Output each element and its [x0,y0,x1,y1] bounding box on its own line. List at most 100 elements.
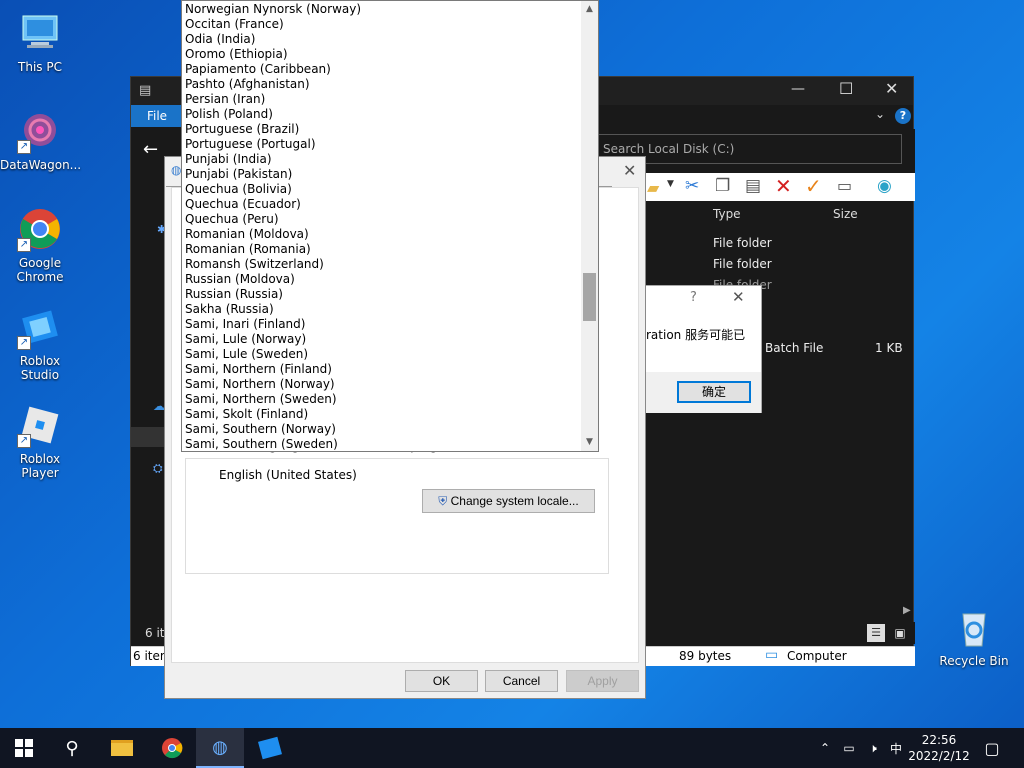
maximize-icon[interactable]: ☐ [839,79,853,98]
details-view-icon[interactable]: ☰ [867,624,885,642]
locale-option[interactable]: Punjabi (Pakistan) [182,167,582,182]
locale-option[interactable]: Sami, Inari (Finland) [182,317,582,332]
roblox-studio-icon [258,736,282,760]
clock-time: 22:56 [921,733,957,747]
desktop-icon-recycle-bin[interactable]: Recycle Bin [934,604,1014,668]
locale-option[interactable]: Russian (Russia) [182,287,582,302]
locale-option[interactable]: Romanian (Romania) [182,242,582,257]
change-system-locale-label: Change system locale... [450,494,579,508]
taskbar-clock[interactable]: 22:56 2022/2/12 [906,732,972,764]
scroll-up-arrow-icon[interactable]: ▲ [581,1,598,18]
ribbon-file-tab[interactable]: File [131,105,183,127]
locale-option[interactable]: Sami, Northern (Sweden) [182,392,582,407]
rename-icon[interactable]: ▭ [837,176,852,195]
table-row[interactable]: File folder [713,257,772,271]
nav-network-icon[interactable]: ⛭ [153,461,163,476]
locale-option[interactable]: Polish (Poland) [182,107,582,122]
large-icons-view-icon[interactable]: ▣ [891,624,909,642]
search-button[interactable]: ⚲ [48,728,96,768]
region-close-icon[interactable]: ✕ [623,161,636,180]
uac-shield-icon: ⛨ [438,494,448,508]
locale-option[interactable]: Quechua (Peru) [182,212,582,227]
cancel-button[interactable]: Cancel [485,670,558,692]
close-icon[interactable]: ✕ [885,79,898,98]
locale-option[interactable]: Quechua (Ecuador) [182,197,582,212]
locale-option[interactable]: Persian (Iran) [182,92,582,107]
ime-indicator[interactable]: 中 [886,728,906,768]
dropdown-scrollbar[interactable]: ▲ ▼ [581,1,598,451]
locale-option[interactable]: Portuguese (Brazil) [182,122,582,137]
delete-icon[interactable]: ✕ [775,174,792,198]
msgbox-close-icon[interactable]: ✕ [732,288,745,306]
system-locale-dropdown-list[interactable]: Norwegian Nynorsk (Norway) Occitan (Franc… [181,0,599,452]
locale-option[interactable]: Sami, Skolt (Finland) [182,407,582,422]
locale-option[interactable]: Norwegian Nynorsk (Norway) [182,2,582,17]
desktop-icon-label: Roblox Studio [19,354,61,382]
desktop-icon-label: Recycle Bin [939,654,1009,668]
dropdown-arrow-icon[interactable]: ▼ [667,179,674,189]
locale-option[interactable]: Papiamento (Caribbean) [182,62,582,77]
help-icon[interactable]: ? [895,108,911,124]
row-type: File folder [713,236,772,250]
locale-option[interactable]: Sami, Lule (Norway) [182,332,582,347]
volume-muted-icon[interactable]: 🕨 [862,728,884,768]
taskbar-roblox-studio[interactable] [246,728,294,768]
paste-icon[interactable]: ▤ [745,176,761,196]
show-hidden-icons-chevron[interactable]: ⌃ [816,728,834,768]
msgbox-text: ration 服务可能已 [646,328,746,342]
cut-icon[interactable]: ✂ [685,176,699,196]
desktop-icon-roblox-player[interactable]: ↗ Roblox Player [0,402,80,480]
desktop-icon-this-pc[interactable]: This PC [0,10,80,74]
desktop-icon-datawagon[interactable]: ↗ DataWagon... [0,108,81,172]
locale-option[interactable]: Sami, Northern (Finland) [182,362,582,377]
back-arrow-icon[interactable]: ← [143,139,158,160]
notifications-icon[interactable]: ▢ [978,728,1006,768]
scrollbar-thumb[interactable] [583,273,596,321]
locale-option[interactable]: Sami, Southern (Sweden) [182,437,582,451]
msgbox-confirm-button[interactable]: 确定 [677,381,751,403]
locale-option[interactable]: Sami, Northern (Norway) [182,377,582,392]
shortcut-arrow-icon: ↗ [17,434,31,448]
locale-option[interactable]: Pashto (Afghanistan) [182,77,582,92]
copy-icon[interactable]: ❐ [715,176,730,196]
desktop-icon-roblox-studio[interactable]: ↗ Roblox Studio [0,304,80,382]
locale-option[interactable]: Portuguese (Portugal) [182,137,582,152]
chrome-icon: ↗ [17,206,63,252]
locale-option[interactable]: Sakha (Russia) [182,302,582,317]
ok-button[interactable]: OK [405,670,478,692]
minimize-icon[interactable]: — [791,81,805,97]
shortcut-arrow-icon: ↗ [17,140,31,154]
nav-this-pc-icon[interactable] [131,427,165,447]
locale-option[interactable]: Russian (Moldova) [182,272,582,287]
locale-option[interactable]: Quechua (Bolivia) [182,182,582,197]
checkmark-icon[interactable]: ✓ [805,174,822,198]
network-icon[interactable]: ▭ [838,728,860,768]
locale-option[interactable]: Oromo (Ethiopia) [182,47,582,62]
scroll-down-arrow-icon[interactable]: ▼ [581,434,598,451]
scroll-right-arrow-icon[interactable]: ▶ [903,605,911,616]
column-size[interactable]: Size [833,207,858,221]
taskbar-file-explorer[interactable] [98,728,146,768]
row-size: 1 KB [875,341,903,355]
taskbar-chrome[interactable] [148,728,196,768]
change-system-locale-button[interactable]: ⛨ Change system locale... [422,489,595,513]
taskbar-region-settings[interactable]: ◍ [196,728,244,768]
windows-logo-icon [15,739,33,757]
table-row[interactable]: File folder [713,236,772,250]
msgbox-help-button[interactable]: ? [690,290,697,305]
column-type[interactable]: Type [713,207,741,221]
locale-option[interactable]: Romanian (Moldova) [182,227,582,242]
start-button[interactable] [0,728,48,768]
ribbon-expand-chevron-icon[interactable]: ⌄ [875,107,885,121]
locale-option[interactable]: Sami, Lule (Sweden) [182,347,582,362]
locale-option[interactable]: Odia (India) [182,32,582,47]
table-row[interactable]: Batch File 1 KB [765,341,905,355]
shortcut-arrow-icon: ↗ [17,238,31,252]
properties-icon[interactable]: ◉ [877,176,892,196]
locale-option[interactable]: Romansh (Switzerland) [182,257,582,272]
locale-option[interactable]: Occitan (France) [182,17,582,32]
desktop-icon-google-chrome[interactable]: ↗ Google Chrome [0,206,80,284]
locale-option[interactable]: Punjabi (India) [182,152,582,167]
locale-option[interactable]: Sami, Southern (Norway) [182,422,582,437]
folder-icon[interactable]: ▰ [647,178,659,197]
